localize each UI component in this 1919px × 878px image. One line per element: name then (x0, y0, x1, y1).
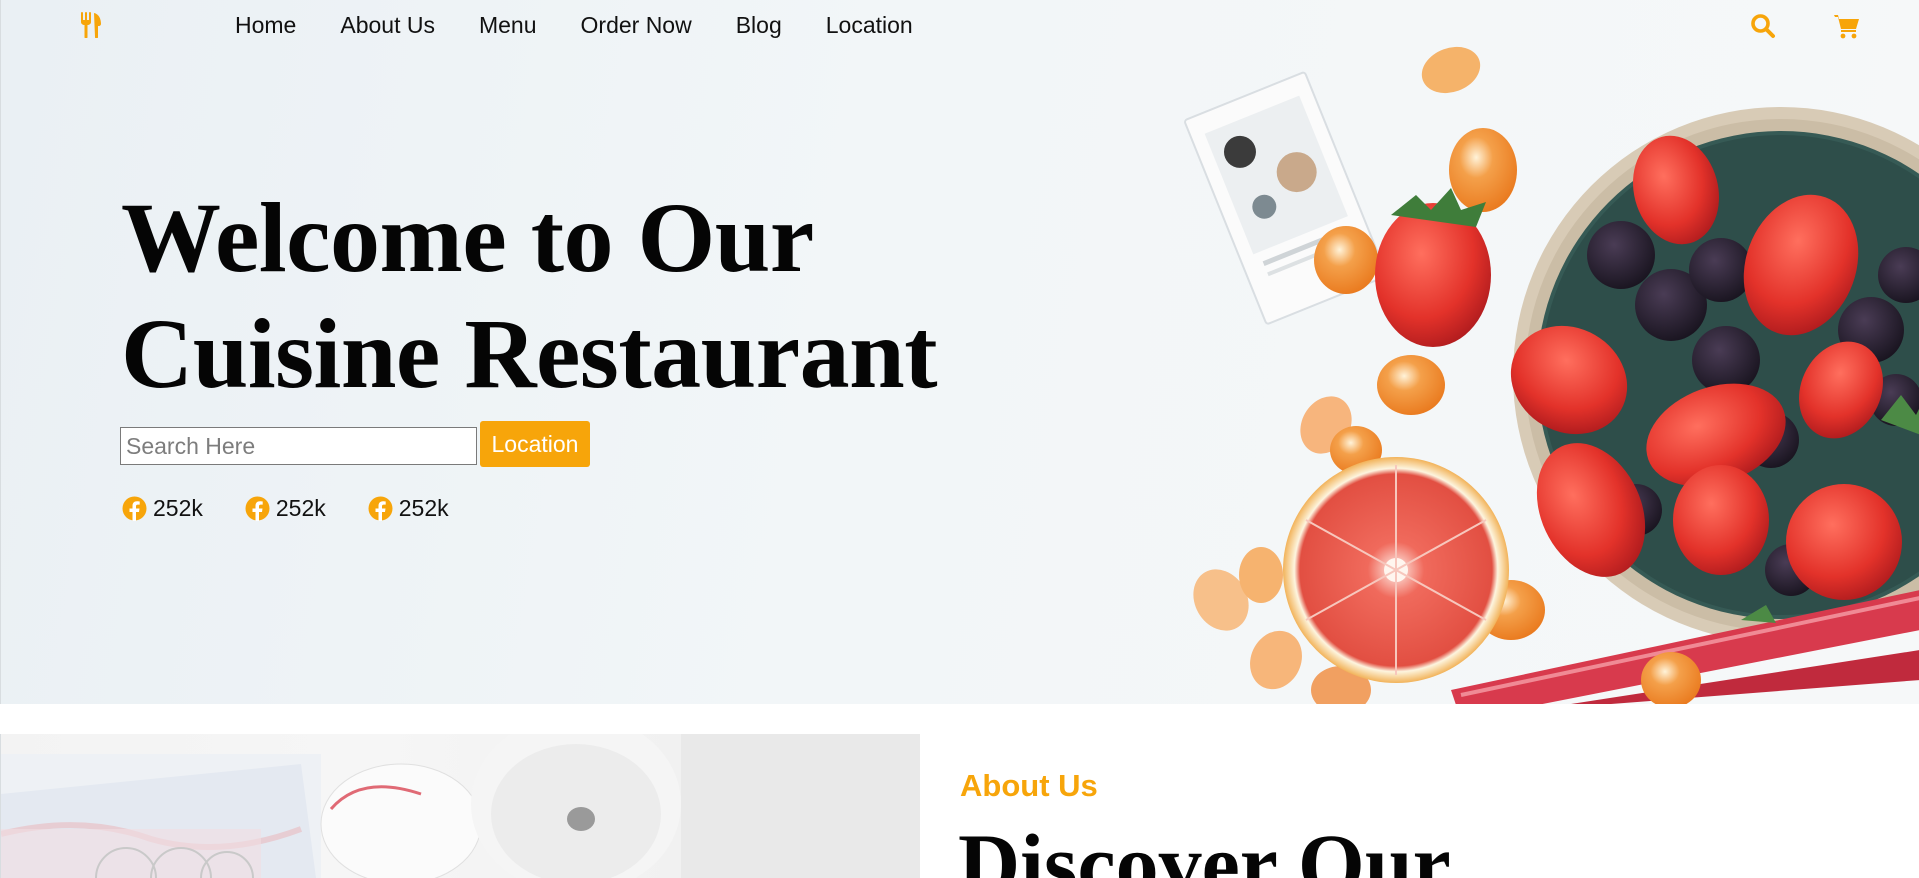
facebook-icon (245, 496, 270, 521)
social-count: 252k (153, 495, 203, 521)
hero-headline-line1: Welcome to Our (121, 182, 814, 293)
location-button[interactable]: Location (480, 421, 590, 467)
facebook-icon (122, 496, 147, 521)
search-input[interactable] (120, 427, 477, 465)
social-stat-item[interactable]: 252k (245, 495, 326, 522)
about-image (0, 734, 920, 878)
nav-link-menu[interactable]: Menu (479, 12, 537, 38)
nav-link-location[interactable]: Location (826, 12, 913, 38)
social-count: 252k (398, 495, 449, 521)
nav-link-order-now[interactable]: Order Now (581, 12, 692, 38)
about-photo-illustration (1, 734, 920, 878)
nav-link-blog[interactable]: Blog (736, 12, 782, 38)
social-stats: 252k 252k 252k (122, 495, 491, 522)
nav-link-about-us[interactable]: About Us (340, 12, 435, 38)
social-stat-item[interactable]: 252k (122, 495, 203, 522)
hero-search-form: Location (120, 421, 590, 467)
social-stat-item[interactable]: 252k (368, 495, 449, 522)
facebook-icon (368, 496, 393, 521)
nav-link-home[interactable]: Home (235, 12, 296, 38)
hero-fruit-image (1184, 46, 1919, 704)
nav-links: Home About Us Menu Order Now Blog Locati… (235, 12, 957, 38)
social-count: 252k (275, 495, 326, 521)
about-eyebrow: About Us (960, 768, 1098, 803)
hero-headline: Welcome to Our Cuisine Restaurant (121, 180, 1021, 412)
hero-headline-line2: Cuisine Restaurant (121, 298, 938, 409)
about-title: Discover Our (958, 816, 1451, 878)
hero-section: Home About Us Menu Order Now Blog Locati… (0, 0, 1919, 704)
utensils-icon[interactable] (79, 12, 103, 38)
